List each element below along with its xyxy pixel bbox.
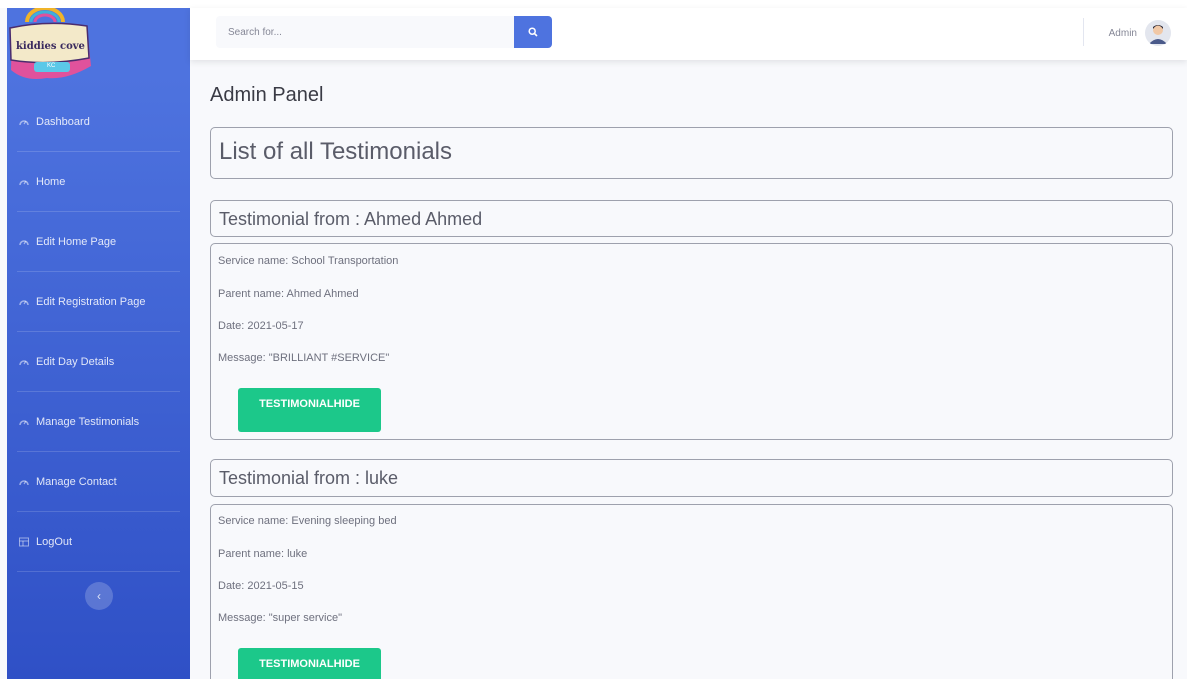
tachometer-icon [19, 237, 29, 247]
sidebar-item-logout[interactable]: LogOut [7, 512, 190, 572]
tachometer-icon [19, 357, 29, 367]
testimonial-hide-button[interactable]: TESTIMONIALHIDE [238, 648, 381, 679]
testimonial-header-box: Testimonial from : Ahmed Ahmed [210, 200, 1173, 237]
logo-badge: KC [47, 63, 56, 69]
search-bar [216, 16, 552, 48]
testimonial-hide-button[interactable]: TESTIMONIALHIDE [238, 388, 381, 432]
chevron-left-icon: ‹ [97, 589, 101, 603]
testimonial-date: Date: 2021-05-17 [218, 320, 304, 332]
testimonial-header: Testimonial from : luke [219, 468, 399, 488]
page-title: Admin Panel [210, 84, 324, 106]
sidebar-item-label: Dashboard [36, 116, 90, 128]
service-name: Service name: Evening sleeping bed [218, 515, 397, 527]
parent-name: Parent name: luke [218, 548, 308, 560]
testimonial-card: Service name: Evening sleeping bed Paren… [210, 504, 1173, 679]
testimonial-header: Testimonial from : Ahmed Ahmed [219, 209, 483, 229]
logo-text: kiddies cove [16, 41, 85, 52]
tachometer-icon [19, 177, 29, 187]
sidebar-item-manage-testimonials[interactable]: Manage Testimonials [7, 392, 190, 452]
service-name: Service name: School Transportation [218, 255, 399, 267]
list-title: List of all Testimonials [219, 138, 452, 165]
sidebar-item-edit-day-details[interactable]: Edit Day Details [7, 332, 190, 392]
testimonial-header-box: Testimonial from : luke [210, 459, 1173, 497]
table-icon [19, 537, 29, 547]
search-button[interactable] [514, 16, 552, 48]
parent-name: Parent name: Ahmed Ahmed [218, 288, 359, 300]
list-title-box: List of all Testimonials [210, 127, 1173, 179]
top-strip [0, 0, 1187, 8]
sidebar-item-label: LogOut [36, 536, 73, 548]
testimonial-date: Date: 2021-05-15 [218, 580, 304, 592]
topbar: Admin [190, 8, 1187, 60]
topbar-divider [1083, 18, 1084, 46]
tachometer-icon [19, 297, 29, 307]
avatar [1145, 20, 1171, 46]
testimonial-message: Message: "BRILLIANT #SERVICE" [218, 352, 390, 364]
sidebar-toggle-button[interactable]: ‹ [85, 582, 113, 610]
sidebar-item-edit-registration-page[interactable]: Edit Registration Page [7, 272, 190, 332]
search-icon [528, 25, 538, 40]
sidebar: kiddies cove KC Dashboard Home Edit Home… [7, 6, 190, 679]
tachometer-icon [19, 477, 29, 487]
sidebar-item-label: Manage Testimonials [36, 416, 140, 428]
main-content: Admin Panel List of all Testimonials Tes… [190, 60, 1187, 679]
sidebar-item-label: Manage Contact [36, 476, 117, 488]
testimonial-card: Service name: School Transportation Pare… [210, 243, 1173, 440]
testimonial-message: Message: "super service" [218, 612, 342, 624]
tachometer-icon [19, 117, 29, 127]
sidebar-nav: Dashboard Home Edit Home Page Edit Regis… [7, 92, 190, 572]
sidebar-item-edit-home-page[interactable]: Edit Home Page [7, 212, 190, 272]
brand-logo[interactable]: kiddies cove KC [7, 6, 97, 94]
tachometer-icon [19, 417, 29, 427]
sidebar-item-dashboard[interactable]: Dashboard [7, 92, 190, 152]
user-name: Admin [1108, 27, 1137, 39]
user-menu[interactable]: Admin [1109, 20, 1171, 46]
sidebar-item-home[interactable]: Home [7, 152, 190, 212]
sidebar-item-manage-contact[interactable]: Manage Contact [7, 452, 190, 512]
sidebar-item-label: Edit Registration Page [36, 296, 146, 308]
sidebar-item-label: Edit Day Details [36, 356, 115, 368]
search-input[interactable] [216, 16, 514, 48]
sidebar-item-label: Home [36, 176, 66, 188]
sidebar-item-label: Edit Home Page [36, 236, 117, 248]
